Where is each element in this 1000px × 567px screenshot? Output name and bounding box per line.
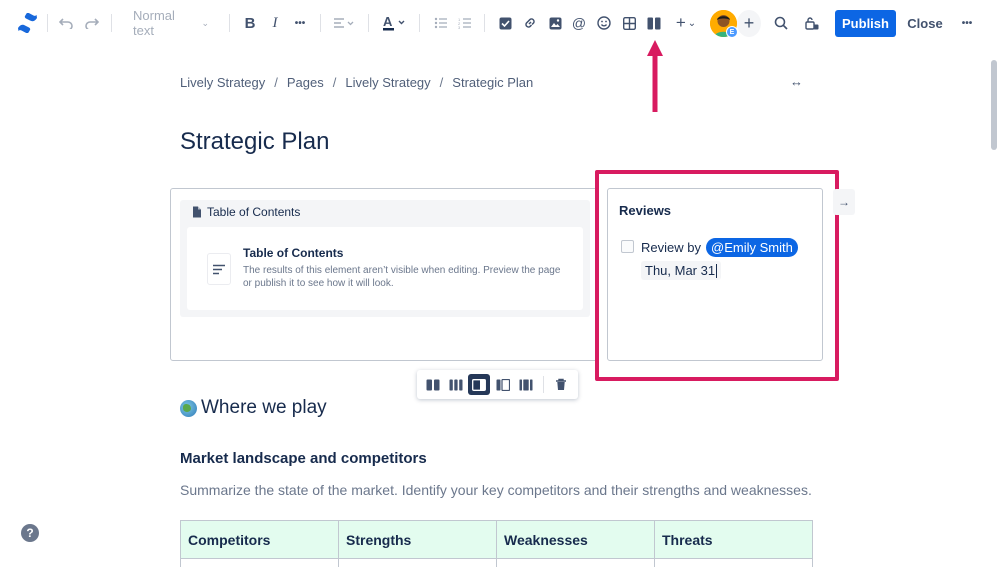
avatar-initial-badge: E: [726, 26, 738, 38]
three-columns-sidebars-layout-icon[interactable]: [515, 374, 537, 395]
market-heading[interactable]: Market landscape and competitors: [180, 450, 427, 467]
table-header-cell[interactable]: Competitors: [180, 520, 339, 559]
divider: [484, 14, 485, 32]
table-cell[interactable]: [496, 558, 655, 567]
layout-options-toolbar: [417, 370, 578, 399]
search-icon[interactable]: [772, 11, 790, 35]
page-width-toggle-icon[interactable]: ↔: [790, 74, 803, 89]
confluence-logo-icon[interactable]: [16, 11, 38, 35]
bullet-list-icon[interactable]: [432, 11, 450, 35]
document-icon: [193, 206, 201, 218]
table-cell[interactable]: [654, 558, 813, 567]
invite-button[interactable]: +: [737, 10, 761, 37]
divider: [229, 14, 230, 32]
action-item-icon[interactable]: [496, 11, 514, 35]
divider: [543, 376, 544, 393]
toc-description: The results of this element aren’t visib…: [243, 265, 561, 289]
task-checkbox[interactable]: [621, 240, 634, 253]
breadcrumb-item[interactable]: Pages: [287, 75, 324, 90]
redo-icon[interactable]: [82, 11, 100, 35]
svg-text:A: A: [383, 15, 393, 29]
divider: [368, 14, 369, 32]
toc-macro-header: Table of Contents: [192, 205, 300, 219]
table-cell[interactable]: [180, 558, 339, 567]
user-mention[interactable]: @Emily Smith: [706, 238, 798, 257]
breadcrumb: Lively Strategy / Pages / Lively Strateg…: [180, 75, 533, 90]
svg-text:3: 3: [458, 25, 461, 29]
italic-icon[interactable]: I: [266, 11, 284, 35]
align-dropdown-icon[interactable]: [331, 11, 357, 35]
divider: [419, 14, 420, 32]
table-of-contents-icon: [207, 253, 231, 285]
task-text[interactable]: Review by: [641, 240, 701, 255]
text-color-icon[interactable]: A: [381, 11, 408, 35]
date-label: Thu, Mar 31: [645, 263, 716, 278]
three-columns-layout-icon[interactable]: [445, 374, 467, 395]
breadcrumb-separator: /: [332, 75, 337, 90]
annotation-arrow-icon: [647, 40, 663, 112]
layouts-icon[interactable]: [645, 11, 663, 35]
table-icon[interactable]: [620, 11, 638, 35]
table-header-cell[interactable]: Weaknesses: [496, 520, 655, 559]
table-header-cell[interactable]: Strengths: [338, 520, 497, 559]
emoji-icon[interactable]: [595, 11, 613, 35]
close-button[interactable]: Close: [906, 10, 944, 37]
toc-macro-header-label: Table of Contents: [207, 205, 301, 219]
divider: [320, 14, 321, 32]
date-chip[interactable]: Thu, Mar 31: [641, 261, 722, 280]
text-style-dropdown[interactable]: Normal text ⌄: [133, 8, 209, 38]
breadcrumb-separator: /: [274, 75, 278, 90]
text-style-label: Normal text: [133, 8, 175, 38]
breadcrumb-item[interactable]: Lively Strategy: [345, 75, 430, 90]
image-icon[interactable]: [546, 11, 564, 35]
market-description[interactable]: Summarize the state of the market. Ident…: [180, 482, 812, 498]
editor-toolbar: Normal text ⌄ B I ••• A 123 @ + ⌄ E + Pu…: [0, 0, 1000, 46]
breadcrumb-item[interactable]: Strategic Plan: [452, 75, 533, 90]
two-columns-layout-icon[interactable]: [422, 374, 444, 395]
breadcrumb-item[interactable]: Lively Strategy: [180, 75, 265, 90]
page-title[interactable]: Strategic Plan: [180, 128, 329, 156]
trash-icon[interactable]: [550, 374, 572, 395]
toc-title: Table of Contents: [243, 246, 344, 260]
scrollbar[interactable]: [991, 60, 997, 150]
globe-emoji-icon: [180, 399, 197, 417]
text-cursor: [716, 263, 718, 278]
expand-arrow-icon[interactable]: →: [833, 189, 855, 215]
where-we-play-heading: Where we play: [201, 397, 327, 418]
restrictions-lock-icon[interactable]: [803, 11, 821, 35]
insert-dropdown[interactable]: + ⌄: [672, 11, 700, 35]
divider: [111, 14, 112, 32]
table-header-cell[interactable]: Threats: [654, 520, 813, 559]
numbered-list-icon[interactable]: 123: [456, 11, 474, 35]
more-formatting-icon[interactable]: •••: [289, 11, 311, 35]
right-sidebar-layout-icon[interactable]: [468, 374, 490, 395]
table-cell[interactable]: [338, 558, 497, 567]
competitors-table[interactable]: Competitors Strengths Weaknesses Threats: [180, 520, 813, 567]
plus-icon: +: [675, 13, 686, 32]
section-heading[interactable]: Where we play: [180, 397, 327, 419]
divider: [47, 14, 48, 32]
reviews-heading[interactable]: Reviews: [619, 203, 671, 218]
mention-icon[interactable]: @: [570, 11, 588, 35]
help-icon[interactable]: ?: [21, 524, 39, 542]
breadcrumb-separator: /: [439, 75, 444, 90]
chevron-down-icon: ⌄: [201, 17, 209, 28]
chevron-down-icon: ⌄: [687, 17, 697, 29]
bold-icon[interactable]: B: [241, 11, 259, 35]
publish-button[interactable]: Publish: [835, 10, 896, 37]
link-icon[interactable]: [521, 11, 539, 35]
undo-icon[interactable]: [57, 11, 75, 35]
left-sidebar-layout-icon[interactable]: [492, 374, 514, 395]
more-options-icon[interactable]: •••: [956, 11, 978, 35]
